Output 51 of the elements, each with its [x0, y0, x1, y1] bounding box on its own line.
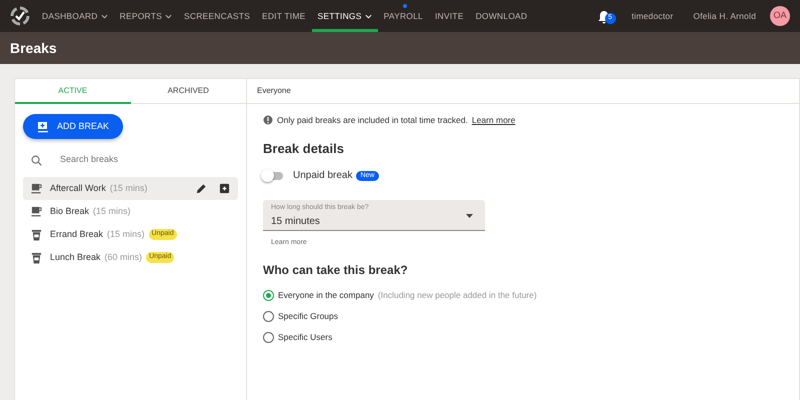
user-avatar[interactable]: OA [770, 6, 790, 26]
section-title: Who can take this break? [263, 262, 409, 280]
nav-link[interactable]: PAYROLL [378, 0, 429, 32]
option-label: Specific Users [278, 330, 332, 344]
user-name-link[interactable]: Ofelia H. Arnold [687, 0, 762, 32]
takeaway-cup-icon [31, 228, 42, 240]
add-break-icon [37, 120, 49, 132]
nav-link[interactable]: SCREENCASTS [178, 0, 256, 32]
break-duration: (60 mins) [104, 250, 142, 264]
caret-icon [364, 14, 372, 18]
break-list-item[interactable]: Bio Break (15 mins) [23, 200, 238, 223]
learn-more-link[interactable]: Learn more [472, 114, 516, 127]
break-name: Aftercall Work [50, 182, 106, 195]
caret-icon [165, 14, 172, 18]
add-break-button[interactable]: ADD BREAK [23, 114, 124, 139]
nav-link[interactable]: DASHBOARD [36, 0, 114, 32]
coffee-mug-icon [31, 206, 42, 217]
caret-icon [466, 214, 473, 218]
break-duration: (15 mins) [110, 182, 148, 195]
coffee-mug-icon [31, 183, 42, 194]
nav-link[interactable]: DOWNLOAD [470, 0, 534, 32]
break-name: Bio Break [50, 204, 90, 218]
nav-link[interactable]: SETTINGS [312, 0, 378, 32]
nav-link[interactable]: INVITE [428, 0, 470, 32]
break-duration: (15 mins) [107, 228, 145, 241]
info-text: Only paid breaks are included in total time tracked. [277, 114, 468, 127]
break-name: Lunch Break [50, 250, 101, 264]
toggle-switch[interactable] [263, 172, 283, 180]
radio-button[interactable] [263, 310, 274, 322]
company-link[interactable]: timedoctor [626, 0, 680, 32]
takeaway-cup-icon [31, 252, 42, 264]
option-label: Everyone in the company [278, 289, 374, 302]
caret-icon [100, 14, 108, 18]
section-title: Break details [263, 140, 345, 158]
logo-icon[interactable] [10, 6, 30, 26]
archive-icon[interactable] [219, 183, 230, 194]
nav-link[interactable]: EDIT TIME [256, 0, 312, 32]
radio-button[interactable] [263, 290, 274, 302]
break-duration: (15 mins) [93, 204, 131, 218]
info-icon [263, 115, 273, 126]
page-title: Breaks [10, 38, 57, 58]
panel-header: Everyone [257, 85, 291, 97]
option-label: Specific Groups [278, 310, 338, 323]
break-list-item[interactable]: Aftercall Work (15 mins) [23, 177, 238, 200]
radio-button[interactable] [263, 332, 274, 343]
option-note: (Including new people added in the future) [378, 289, 537, 302]
search-icon [31, 154, 42, 166]
edit-icon[interactable] [196, 183, 207, 194]
toggle-label: Unpaid break [293, 169, 352, 184]
break-name: Errand Break [50, 228, 104, 241]
nav-link[interactable]: REPORTS [114, 0, 178, 32]
